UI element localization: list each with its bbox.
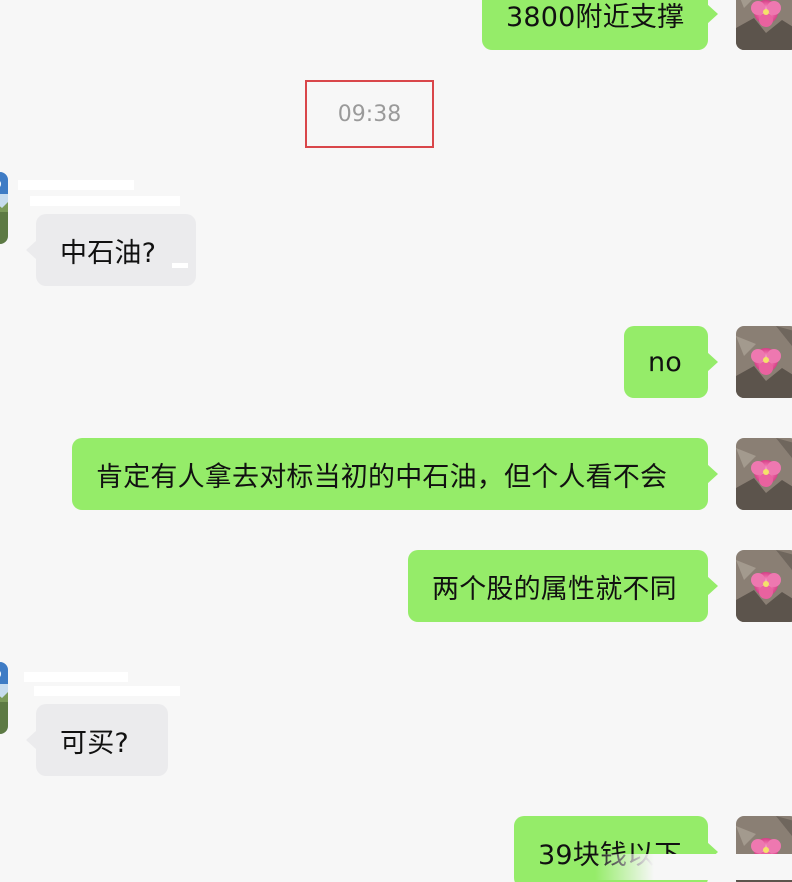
- message-text: 中石油?: [60, 237, 157, 269]
- message-text: 两个股的属性就不同: [432, 573, 677, 605]
- sender-name-redacted: [30, 196, 180, 206]
- sender-name-redacted: [24, 672, 128, 682]
- pink-flower-avatar-icon[interactable]: [736, 326, 792, 398]
- landscape-avatar-icon[interactable]: [0, 662, 8, 734]
- pink-flower-avatar-icon[interactable]: [736, 550, 792, 622]
- sender-name-redacted: [34, 686, 180, 696]
- landscape-avatar-icon[interactable]: [0, 172, 8, 244]
- timestamp: 09:38: [305, 80, 434, 148]
- timestamp-text: 09:38: [337, 101, 402, 127]
- message-text: 3800附近支撑: [506, 1, 685, 33]
- pink-flower-avatar-icon[interactable]: [736, 438, 792, 510]
- message-text: no: [648, 346, 683, 378]
- message-bubble-sent[interactable]: no: [624, 326, 718, 398]
- redaction-mark: [172, 263, 188, 268]
- watermark-overlay: [595, 854, 792, 880]
- pink-flower-avatar-icon[interactable]: [736, 0, 792, 50]
- message-text: 肯定有人拿去对标当初的中石油，但个人看不会: [96, 461, 668, 493]
- message-bubble-sent[interactable]: 两个股的属性就不同: [408, 550, 718, 622]
- message-bubble-received[interactable]: 中石油?: [26, 214, 196, 286]
- message-bubble-sent[interactable]: 3800附近支撑: [482, 0, 718, 50]
- sender-name-redacted: [18, 180, 134, 190]
- message-bubble-received[interactable]: 可买?: [26, 704, 168, 776]
- message-bubble-sent[interactable]: 肯定有人拿去对标当初的中石油，但个人看不会: [72, 438, 718, 510]
- message-text: 可买?: [60, 727, 129, 759]
- chat-window[interactable]: 3800附近支撑 09:38 中石油? no 肯定有人拿去对标当初的中石油，但个…: [0, 0, 792, 882]
